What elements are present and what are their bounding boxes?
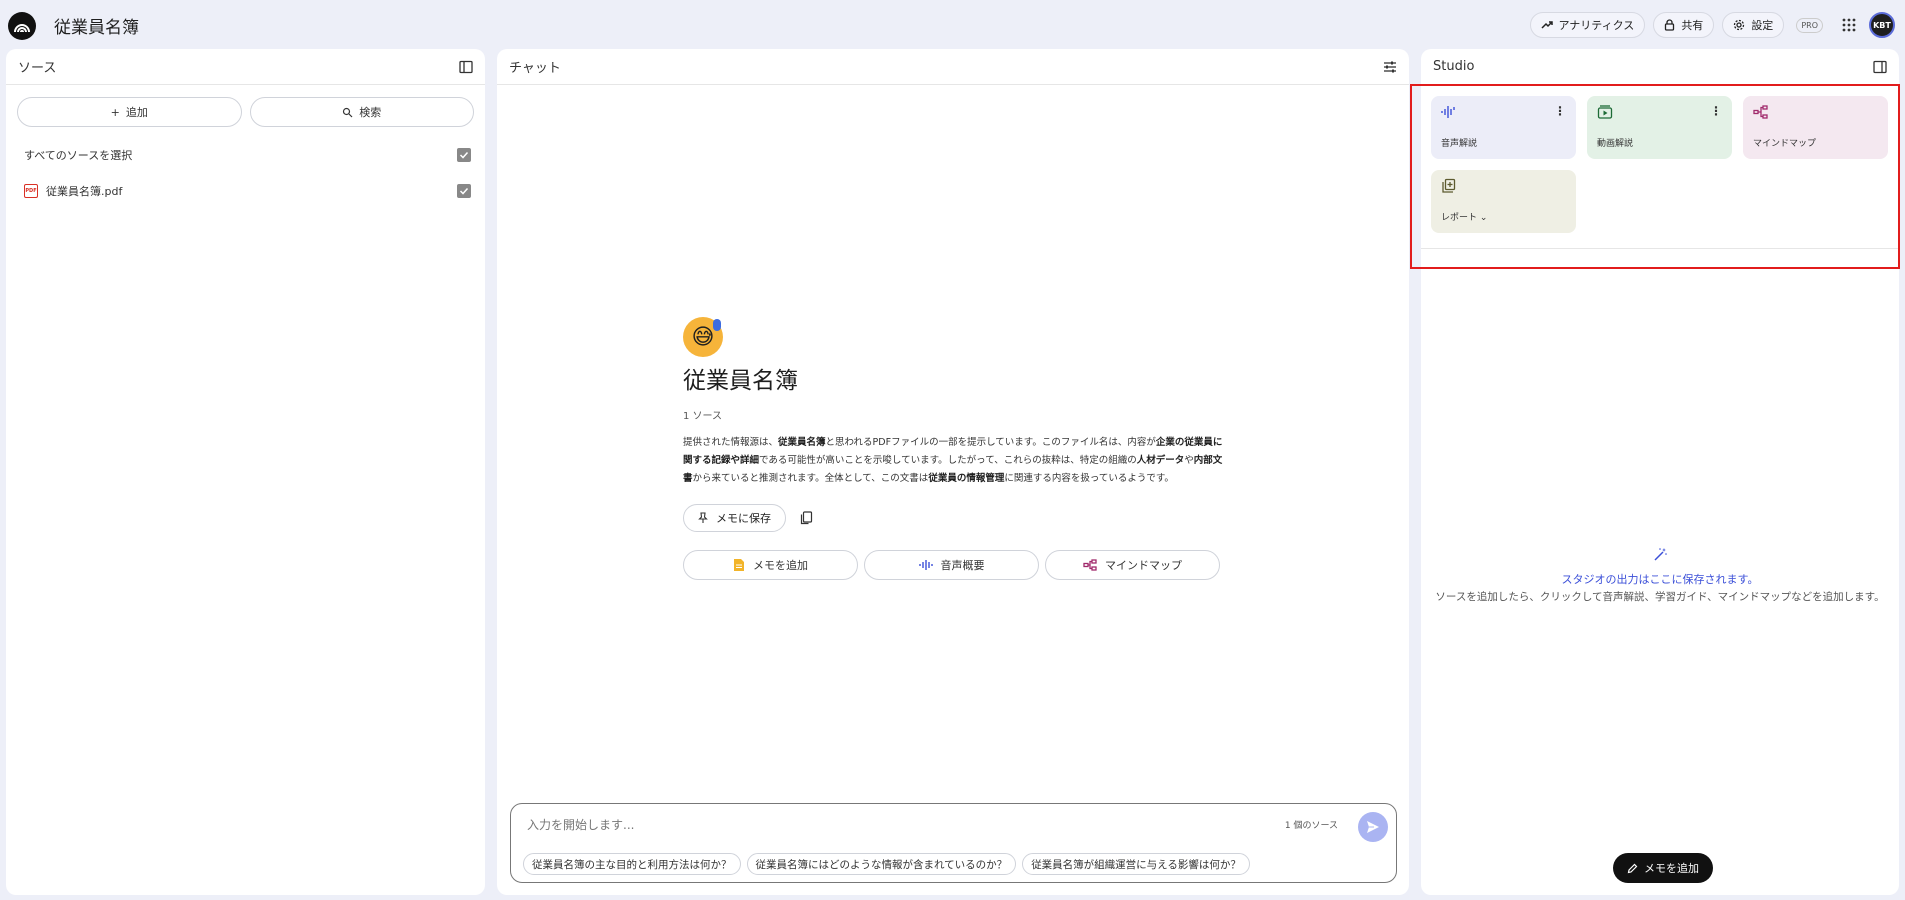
trending-up-icon xyxy=(1540,21,1553,29)
audio-overview-label: 音声概要 xyxy=(940,559,985,572)
video-icon xyxy=(1597,105,1613,119)
notebooklm-logo-icon[interactable] xyxy=(8,12,36,40)
chat-panel: チャット 😅 従業員名簿 1 ソース 提供された情報源は、従業員名簿と思われるP… xyxy=(497,49,1409,895)
notebook-summary: 提供された情報源は、従業員名簿と思われるPDFファイルの一部を提示しています。こ… xyxy=(683,434,1223,488)
add-note-label: メモを追加 xyxy=(1644,862,1699,875)
studio-panel: Studio ⋮ 音声解説 ⋮ 動画解説 マインドマップ レポート ⌄ スタジオ… xyxy=(1421,49,1899,895)
tile-label: マインドマップ xyxy=(1753,139,1817,149)
user-avatar[interactable]: KBT xyxy=(1869,12,1895,38)
top-bar: 従業員名簿 アナリティクス 共有 設定 PRO KBT xyxy=(0,0,1905,50)
chat-composer: 入力を開始します... 1 個のソース 従業員名簿の主な目的と利用方法は何か？ … xyxy=(510,803,1397,883)
summary-bold: 従業員の情報管理 xyxy=(928,473,1005,484)
add-source-label: 追加 xyxy=(125,106,148,119)
notebook-title[interactable]: 従業員名簿 xyxy=(54,13,139,38)
empty-state-subtitle: ソースを追加したら、クリックして音声解説、学習ガイド、マインドマップなどを追加し… xyxy=(1435,591,1885,603)
summary-text: と思われるPDFファイルの一部を提示しています。このファイル名は、内容が xyxy=(825,437,1156,448)
search-spark-icon xyxy=(343,107,353,117)
add-memo-label: メモを追加 xyxy=(753,559,808,572)
audio-waveform-icon xyxy=(1441,106,1455,118)
mindmap-button[interactable]: マインドマップ xyxy=(1045,550,1220,580)
send-icon xyxy=(1367,821,1379,833)
pro-badge: PRO xyxy=(1796,17,1823,33)
divider xyxy=(1421,248,1899,249)
summary-text: 提供された情報源は、 xyxy=(683,437,779,448)
pin-icon xyxy=(698,512,708,523)
source-item[interactable]: PDF 従業員名簿.pdf xyxy=(6,173,485,209)
source-count: 1 ソース xyxy=(683,411,723,422)
add-note-button[interactable]: メモを追加 xyxy=(1613,853,1713,883)
more-vert-icon[interactable]: ⋮ xyxy=(1554,104,1566,118)
summary-text: から来ていると推測されます。全体として、この文書は xyxy=(692,473,929,484)
pencil-icon xyxy=(1627,863,1638,873)
mindmap-icon xyxy=(1083,559,1097,571)
settings-button[interactable]: 設定 xyxy=(1722,12,1785,38)
magic-wand-icon xyxy=(1654,548,1667,561)
studio-header: Studio xyxy=(1433,59,1475,74)
summary-text: である可能性が高いことを示唆しています。したがって、これらの抜粋は、特定の組織の xyxy=(759,455,1137,466)
report-tile[interactable]: レポート ⌄ xyxy=(1431,170,1576,233)
analytics-button[interactable]: アナリティクス xyxy=(1529,12,1646,38)
audio-overview-button[interactable]: 音声概要 xyxy=(864,550,1039,580)
send-button[interactable] xyxy=(1358,812,1388,842)
source-item-label: 従業員名簿.pdf xyxy=(46,185,123,198)
report-label: レポート xyxy=(1441,213,1478,223)
suggestion-chip[interactable]: 従業員名簿が組織運営に与える影響は何か？ xyxy=(1022,853,1250,875)
summary-text: に関連する内容を扱っているようです。 xyxy=(1004,473,1174,484)
sources-panel: ソース + 追加 検索 すべてのソースを選択 PDF 従業員名簿.pdf xyxy=(6,49,485,895)
summary-text: や xyxy=(1184,455,1194,466)
notebook-emoji-icon: 😅 xyxy=(683,317,723,357)
mindmap-label: マインドマップ xyxy=(1105,559,1182,572)
tile-label: 動画解説 xyxy=(1597,139,1634,149)
more-vert-icon[interactable]: ⋮ xyxy=(1710,104,1722,118)
share-button[interactable]: 共有 xyxy=(1653,12,1715,38)
search-source-label: 検索 xyxy=(359,106,382,119)
apps-grid-icon[interactable] xyxy=(1837,13,1861,37)
composer-source-count: 1 個のソース xyxy=(1284,821,1338,831)
select-all-row[interactable]: すべてのソースを選択 xyxy=(6,137,485,173)
suggestion-chip[interactable]: 従業員名簿にはどのような情報が含まれているのか？ xyxy=(746,853,1017,875)
mindmap-tile[interactable]: マインドマップ xyxy=(1743,96,1888,159)
search-source-button[interactable]: 検索 xyxy=(249,97,474,127)
audio-waveform-icon xyxy=(918,560,933,570)
suggestion-chip[interactable]: 従業員名簿の主な目的と利用方法は何か？ xyxy=(523,853,741,875)
select-all-label: すべてのソースを選択 xyxy=(24,149,133,162)
tune-icon[interactable] xyxy=(1383,60,1397,74)
report-icon xyxy=(1442,178,1456,193)
chevron-down-icon[interactable]: ⌄ xyxy=(1480,213,1488,223)
video-overview-tile[interactable]: ⋮ 動画解説 xyxy=(1587,96,1732,159)
collapse-panel-icon[interactable] xyxy=(1873,60,1887,74)
audio-overview-tile[interactable]: ⋮ 音声解説 xyxy=(1431,96,1576,159)
collapse-panel-icon[interactable] xyxy=(459,60,473,74)
add-memo-button[interactable]: メモを追加 xyxy=(683,550,858,580)
summary-bold: 人材データ xyxy=(1136,455,1185,466)
mindmap-icon xyxy=(1753,105,1768,119)
tile-label: レポート ⌄ xyxy=(1441,210,1487,223)
save-to-memo-button[interactable]: メモに保存 xyxy=(683,504,786,532)
plus-icon: + xyxy=(110,105,120,119)
source-checkbox[interactable] xyxy=(457,184,471,198)
studio-empty-state: スタジオの出力はここに保存されます。 ソースを追加したら、クリックして音声解説、… xyxy=(1421,547,1899,604)
pdf-icon: PDF xyxy=(24,184,38,198)
save-to-memo-label: メモに保存 xyxy=(716,512,771,525)
chat-header: チャット xyxy=(509,61,561,76)
note-icon xyxy=(734,559,744,571)
empty-state-title: スタジオの出力はここに保存されます。 xyxy=(1561,573,1759,586)
settings-label: 設定 xyxy=(1751,19,1774,32)
tile-label: 音声解説 xyxy=(1441,139,1478,149)
analytics-label: アナリティクス xyxy=(1558,19,1635,32)
select-all-checkbox[interactable] xyxy=(457,148,471,162)
lock-icon xyxy=(1665,19,1675,31)
share-label: 共有 xyxy=(1681,19,1704,32)
gear-icon xyxy=(1734,19,1745,31)
chat-input[interactable]: 入力を開始します... xyxy=(527,816,634,833)
sources-header: ソース xyxy=(18,61,57,76)
summary-bold: 従業員名簿 xyxy=(778,437,826,448)
add-source-button[interactable]: + 追加 xyxy=(17,97,242,127)
copy-icon[interactable] xyxy=(800,511,813,525)
notebook-heading: 従業員名簿 xyxy=(683,368,798,394)
